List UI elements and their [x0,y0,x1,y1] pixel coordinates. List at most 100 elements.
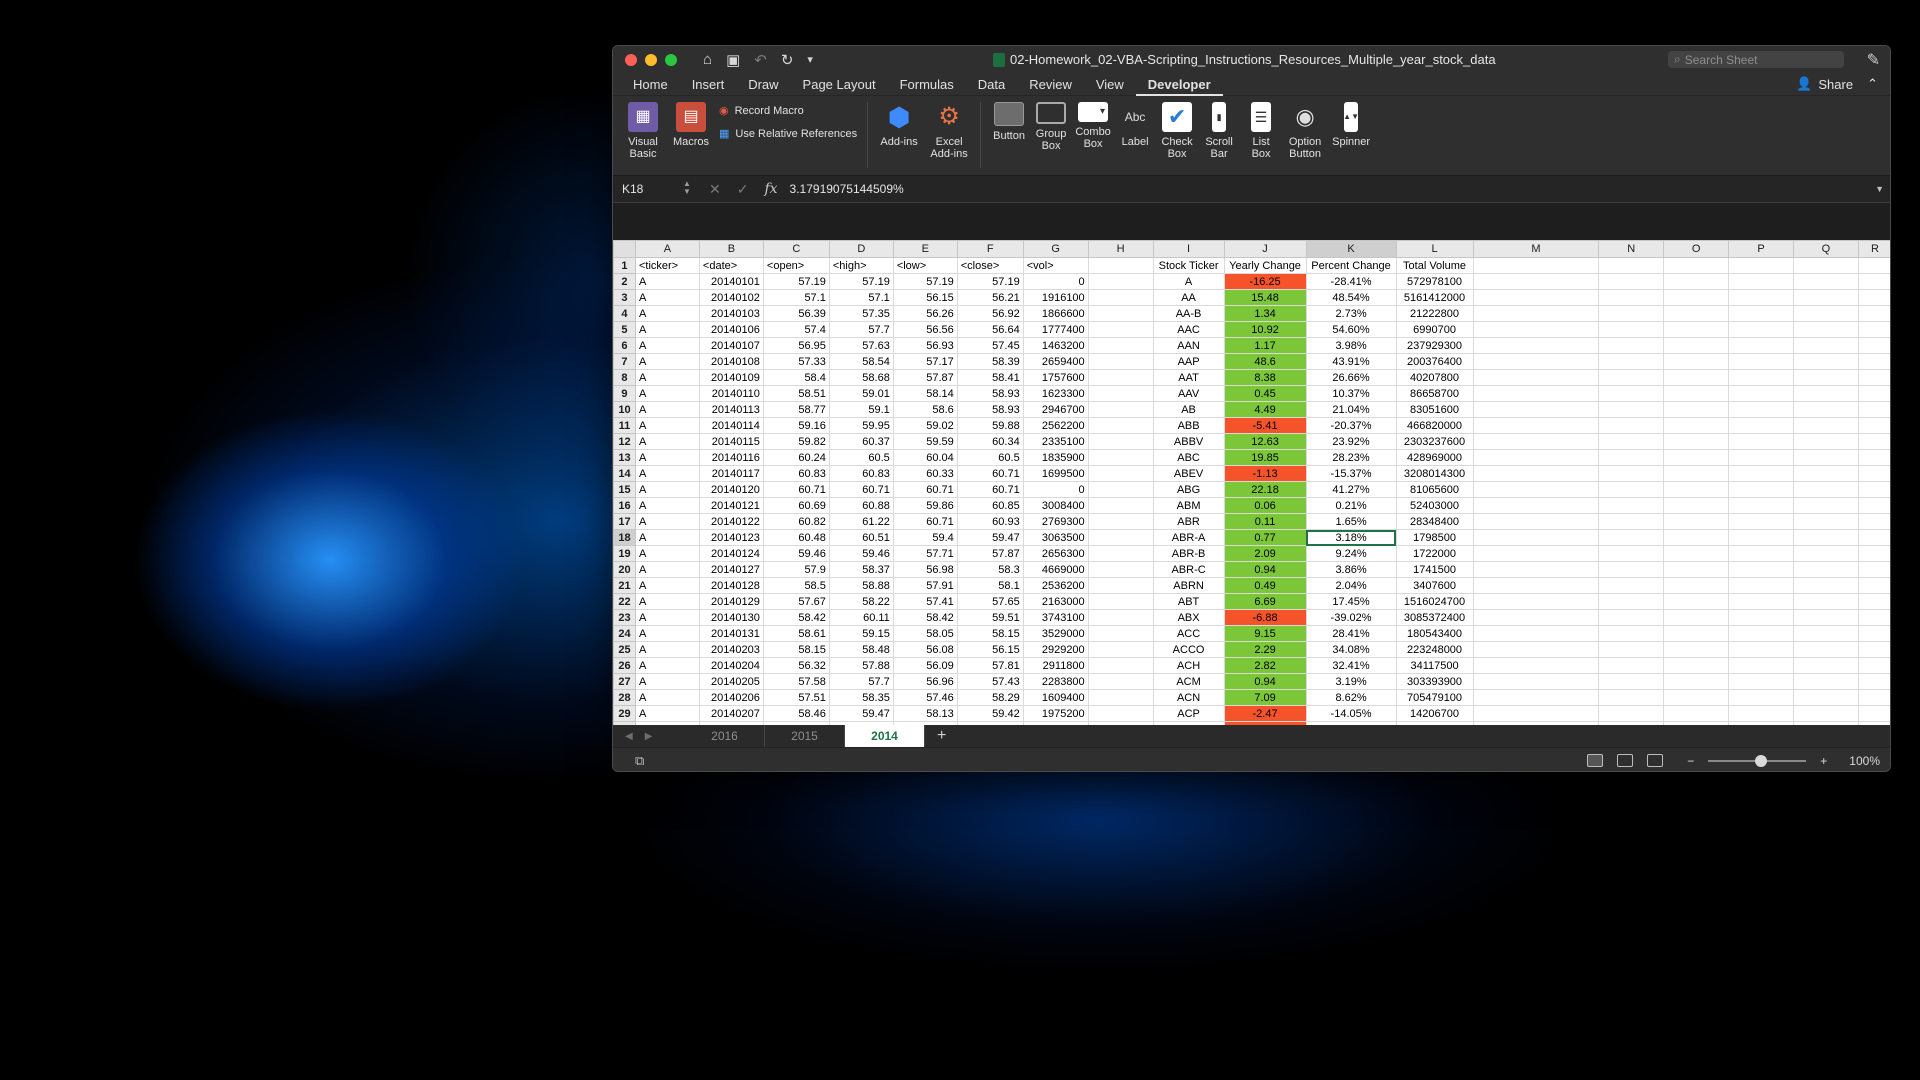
cell-e4[interactable]: 56.26 [892,305,958,322]
use-relative-references-button[interactable]: ▦ Use Relative References [719,127,857,141]
cell-r24[interactable] [1857,625,1890,642]
cell-i13[interactable]: ABC [1152,449,1225,466]
cell-q22[interactable] [1793,593,1859,610]
cell-a26[interactable]: A [634,657,700,674]
column-header-j[interactable]: J [1223,240,1307,258]
cell-j20[interactable]: 0.94 [1223,561,1307,578]
cell-h10[interactable] [1087,401,1154,418]
cell-m25[interactable] [1472,641,1600,658]
cell-o2[interactable] [1663,273,1730,290]
cell-h19[interactable] [1087,545,1154,562]
cell-e8[interactable]: 57.87 [892,369,958,386]
row-header[interactable]: 20 [613,561,636,578]
cell-d21[interactable]: 58.88 [828,577,894,594]
list-box-control[interactable]: ☰ List Box [1243,102,1279,160]
cell-o15[interactable] [1663,481,1730,498]
cell-n12[interactable] [1598,433,1665,450]
cell-a1[interactable]: <ticker> [634,257,700,274]
cell-n21[interactable] [1598,577,1665,594]
cell-l9[interactable]: 86658700 [1395,385,1474,402]
add-sheet-button[interactable]: + [937,727,946,745]
cell-l27[interactable]: 303393900 [1395,673,1474,690]
cell-e9[interactable]: 58.14 [892,385,958,402]
option-button-control[interactable]: ◉ Option Button [1285,102,1325,161]
cell-k1[interactable]: Percent Change [1305,257,1397,274]
redo-icon[interactable]: ↻ [781,51,794,69]
cell-l4[interactable]: 21222800 [1395,305,1474,322]
cell-r4[interactable] [1857,305,1890,322]
cell-h8[interactable] [1087,369,1154,386]
cell-p11[interactable] [1728,417,1794,434]
page-break-view-icon[interactable] [1647,754,1664,767]
cell-h25[interactable] [1087,641,1154,658]
cell-q9[interactable] [1793,385,1859,402]
cell-k10[interactable]: 21.04% [1305,401,1397,418]
cell-m26[interactable] [1472,657,1600,674]
cell-g20[interactable]: 4669000 [1022,561,1089,578]
cell-l12[interactable]: 2303237600 [1395,433,1474,450]
cell-f25[interactable]: 56.15 [956,641,1024,658]
cell-f24[interactable]: 58.15 [956,625,1024,642]
cell-h21[interactable] [1087,577,1154,594]
cell-q6[interactable] [1793,337,1859,354]
cell-k24[interactable]: 28.41% [1305,625,1397,642]
cell-m15[interactable] [1472,481,1600,498]
cell-h13[interactable] [1087,449,1154,466]
cell-c19[interactable]: 59.46 [762,545,830,562]
sheet-tab-2015[interactable]: 2015 [765,725,845,747]
cell-n16[interactable] [1598,497,1665,514]
cell-d5[interactable]: 57.7 [828,321,894,338]
cell-p28[interactable] [1728,689,1794,706]
cell-d7[interactable]: 58.54 [828,353,894,370]
name-box[interactable]: K18 ▲ ▼ [613,180,693,197]
cell-b26[interactable]: 20140204 [698,657,764,674]
cell-k18[interactable]: 3.18% [1305,529,1397,546]
account-icon[interactable]: ✎ [1867,50,1880,70]
cell-g28[interactable]: 1609400 [1022,689,1089,706]
cell-j8[interactable]: 8.38 [1223,369,1307,386]
cell-b15[interactable]: 20140120 [698,481,764,498]
cell-f28[interactable]: 58.29 [956,689,1024,706]
cell-m2[interactable] [1472,273,1600,290]
cell-g6[interactable]: 1463200 [1022,337,1089,354]
cell-g15[interactable]: 0 [1022,481,1089,498]
cell-o27[interactable] [1663,673,1730,690]
zoom-slider-handle[interactable] [1755,754,1768,767]
row-header[interactable]: 17 [613,513,636,530]
cell-g19[interactable]: 2656300 [1022,545,1089,562]
cell-p3[interactable] [1728,289,1794,306]
cell-d8[interactable]: 58.68 [828,369,894,386]
cell-i5[interactable]: AAC [1152,321,1225,338]
cell-b24[interactable]: 20140131 [698,625,764,642]
macros-button[interactable]: ▤ Macros [671,102,711,148]
row-header[interactable]: 24 [613,625,636,642]
cell-r16[interactable] [1857,497,1890,514]
cell-d4[interactable]: 57.35 [828,305,894,322]
cell-e1[interactable]: <low> [892,257,958,274]
cell-d19[interactable]: 59.46 [828,545,894,562]
cell-h27[interactable] [1087,673,1154,690]
cell-n8[interactable] [1598,369,1665,386]
cell-m1[interactable] [1472,257,1600,274]
tab-formulas[interactable]: Formulas [888,73,966,96]
cell-l5[interactable]: 6990700 [1395,321,1474,338]
cell-q12[interactable] [1793,433,1859,450]
cell-n24[interactable] [1598,625,1665,642]
cell-g12[interactable]: 2335100 [1022,433,1089,450]
cell-a7[interactable]: A [634,353,700,370]
cell-o29[interactable] [1663,705,1730,722]
column-header-m[interactable]: M [1472,240,1600,258]
cell-k19[interactable]: 9.24% [1305,545,1397,562]
cell-f14[interactable]: 60.71 [956,465,1024,482]
cell-c10[interactable]: 58.77 [762,401,830,418]
cell-l29[interactable]: 14206700 [1395,705,1474,722]
cell-h26[interactable] [1087,657,1154,674]
cell-a15[interactable]: A [634,481,700,498]
cell-i9[interactable]: AAV [1152,385,1225,402]
cell-f10[interactable]: 58.93 [956,401,1024,418]
cell-o5[interactable] [1663,321,1730,338]
cell-j10[interactable]: 4.49 [1223,401,1307,418]
row-header[interactable]: 2 [613,273,636,290]
cell-p16[interactable] [1728,497,1794,514]
cell-r15[interactable] [1857,481,1890,498]
